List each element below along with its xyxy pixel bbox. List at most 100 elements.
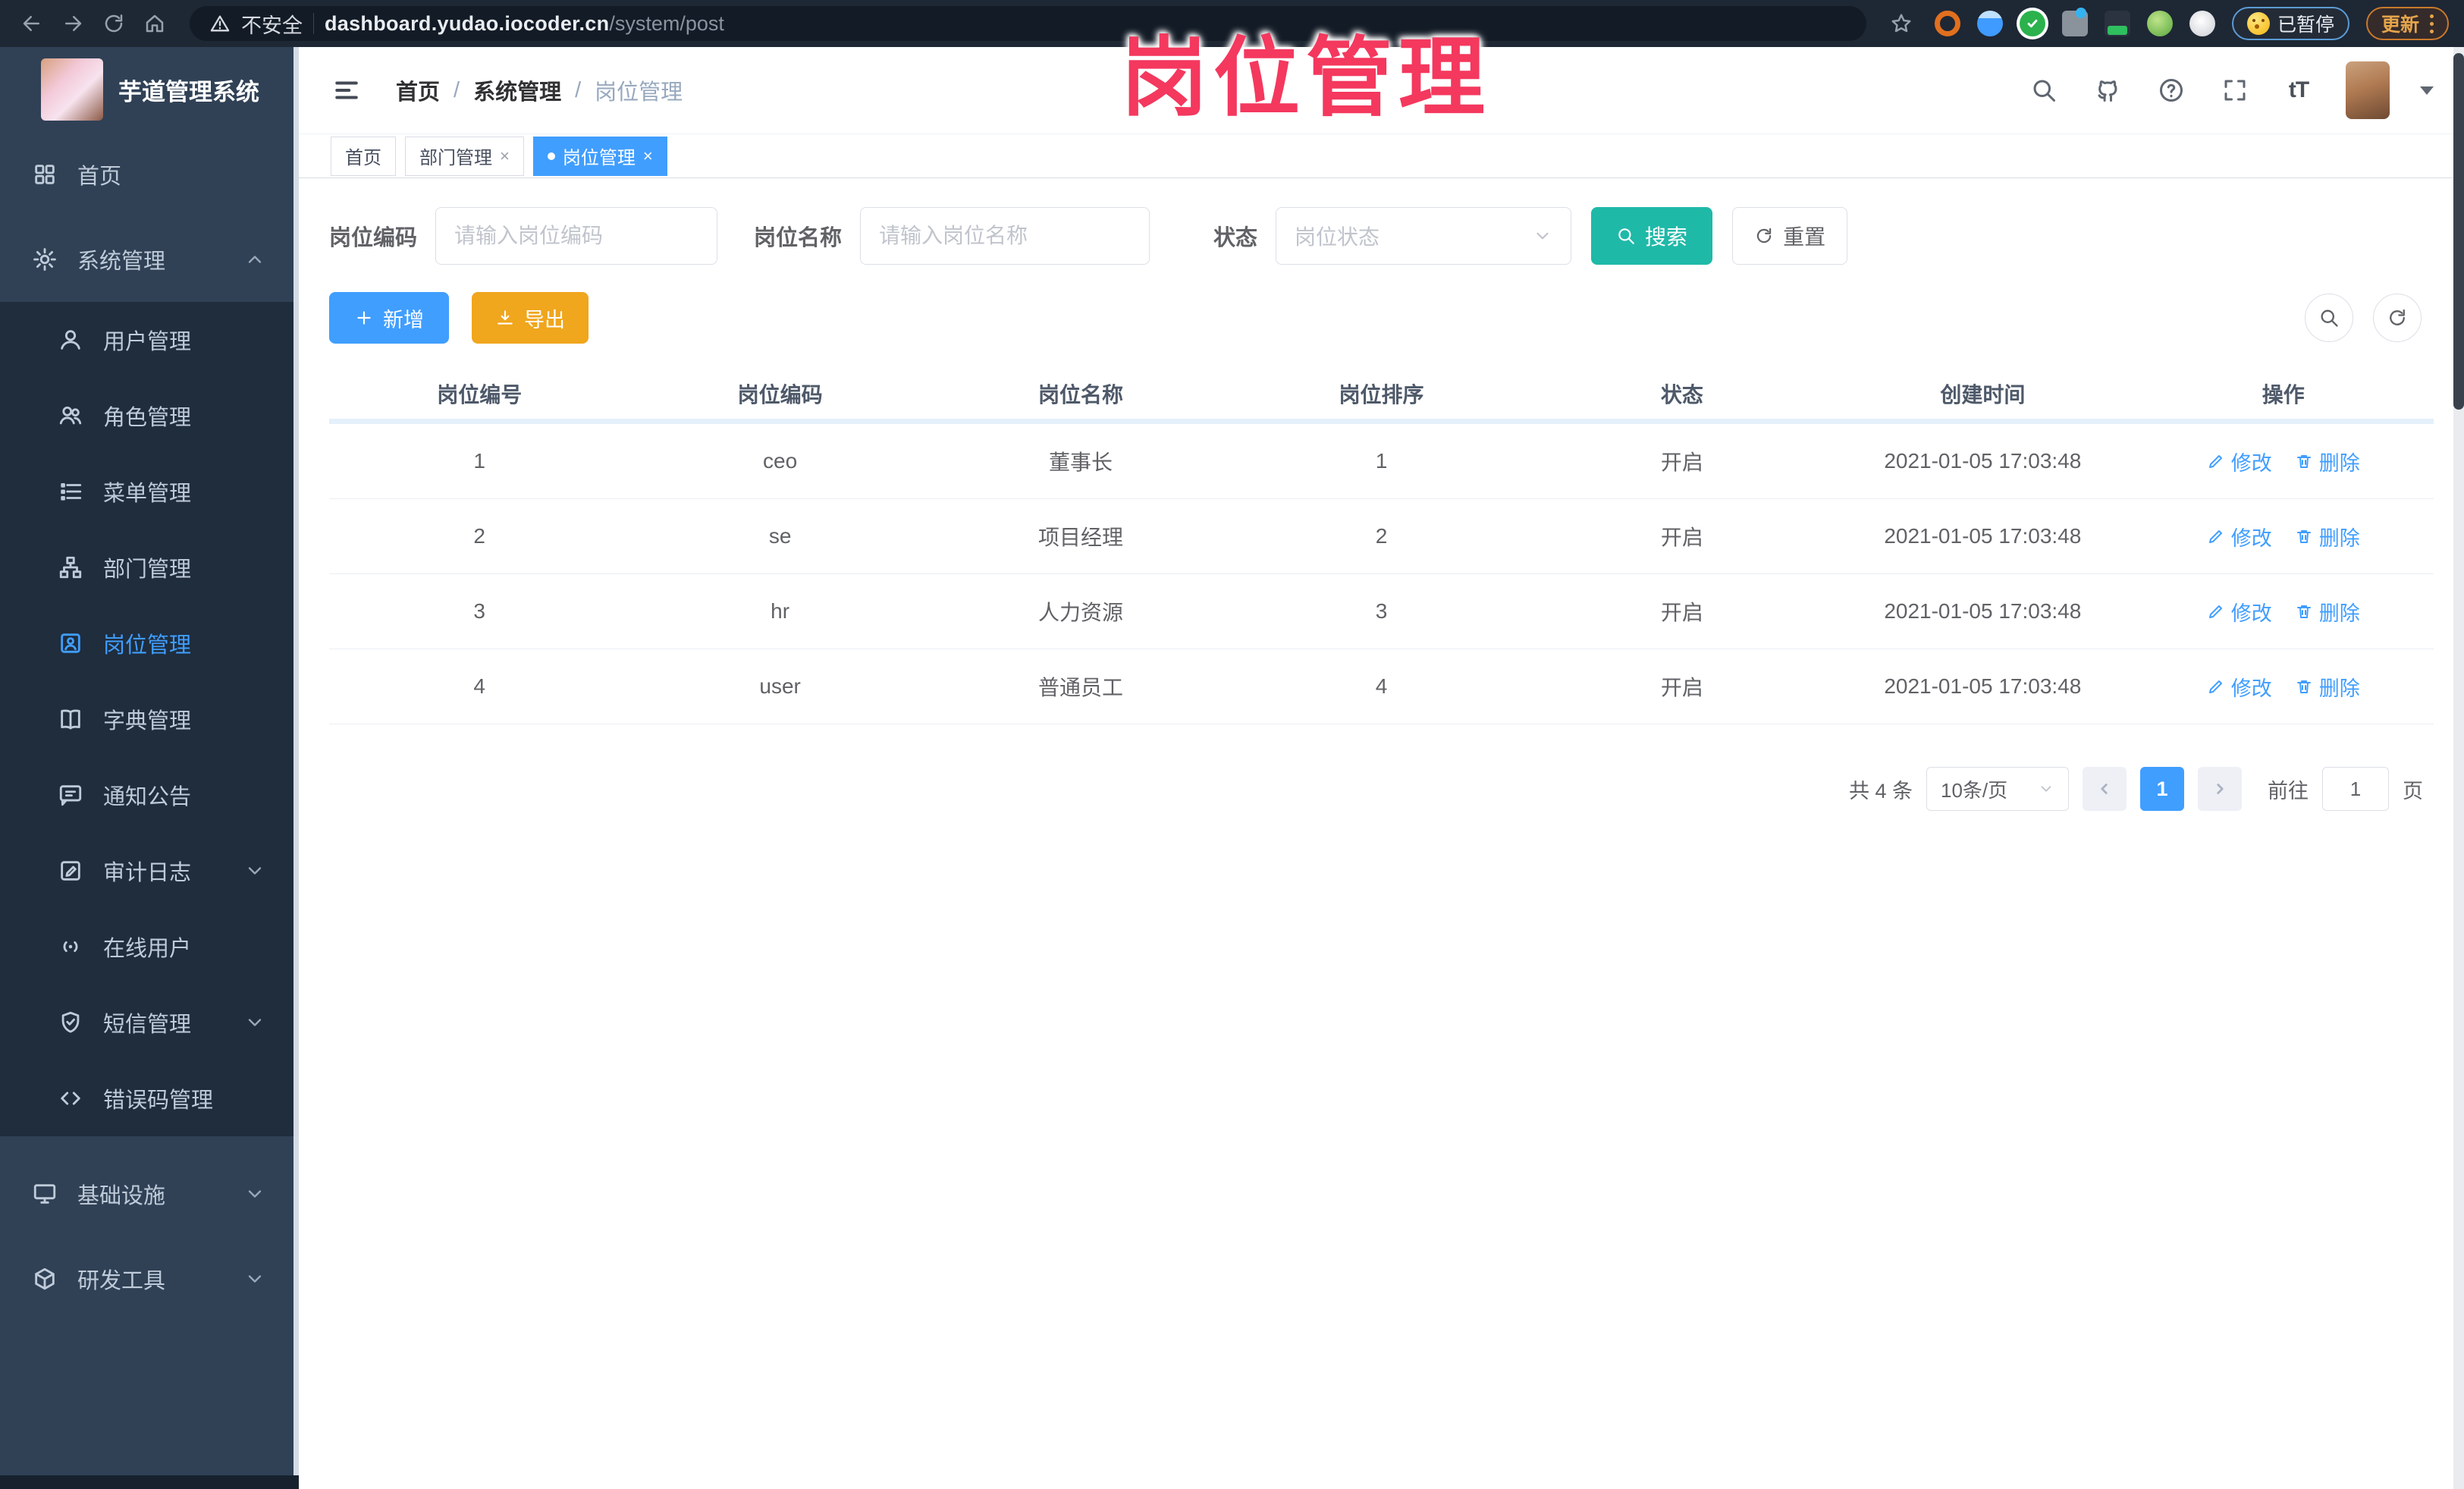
sidebar-item-infrastructure[interactable]: 基础设施 xyxy=(0,1151,299,1236)
cell-post-id: 4 xyxy=(473,674,485,698)
edit-link[interactable]: 修改 xyxy=(2207,522,2272,551)
delete-link[interactable]: 删除 xyxy=(2295,672,2360,702)
sidebar-item-notices[interactable]: 通知公告 xyxy=(0,757,299,833)
delete-link[interactable]: 删除 xyxy=(2295,447,2360,476)
extension-icon-tag-manager[interactable] xyxy=(2104,11,2130,36)
cell-operations: 修改 删除 xyxy=(2133,597,2434,627)
page-number-button[interactable]: 1 xyxy=(2140,767,2184,811)
tab-departments[interactable]: 部门管理 × xyxy=(405,136,524,176)
sidebar-item-dictionary[interactable]: 字典管理 xyxy=(0,681,299,757)
breadcrumb-home[interactable]: 首页 xyxy=(396,74,440,106)
tab-close-icon[interactable]: × xyxy=(500,147,510,165)
search-button[interactable]: 搜索 xyxy=(1591,207,1713,265)
online-signal-icon xyxy=(63,941,78,953)
app-title: 芋道管理系统 xyxy=(118,78,259,105)
browser-home-button[interactable] xyxy=(138,7,171,40)
cell-operations: 修改 删除 xyxy=(2133,522,2434,551)
github-link[interactable] xyxy=(2091,74,2124,107)
edit-link[interactable]: 修改 xyxy=(2207,672,2272,702)
bookmark-star-button[interactable] xyxy=(1885,7,1918,40)
user-menu-caret-icon[interactable] xyxy=(2420,86,2434,95)
prev-page-button[interactable] xyxy=(2083,767,2127,811)
sidebar-item-roles[interactable]: 角色管理 xyxy=(0,378,299,454)
cell-post-sort: 1 xyxy=(1375,449,1388,473)
app-logo-row[interactable]: 芋道管理系统 xyxy=(0,47,299,132)
sidebar-item-users[interactable]: 用户管理 xyxy=(0,302,299,378)
breadcrumb-system[interactable]: 系统管理 xyxy=(473,74,561,106)
browser-back-button[interactable] xyxy=(15,7,49,40)
edit-link[interactable]: 修改 xyxy=(2207,447,2272,476)
reset-button[interactable]: 重置 xyxy=(1732,207,1848,265)
paused-badge-label: 已暂停 xyxy=(2277,14,2334,36)
extension-icon-puzzle[interactable] xyxy=(2189,11,2215,36)
main-area: 首页 / 系统管理 / 岗位管理 tT 首页 部门管理 × 岗位管理 × 岗位编… xyxy=(299,47,2464,1489)
font-size-button[interactable]: tT xyxy=(2282,74,2315,107)
column-header: 操作 xyxy=(2262,382,2305,407)
font-size-icon: tT xyxy=(2288,77,2309,102)
header-search-button[interactable] xyxy=(2027,74,2061,107)
browser-update-button[interactable]: 更新 xyxy=(2365,7,2449,40)
extension-icon-green-sprout[interactable] xyxy=(2146,11,2173,36)
sidebar-item-home[interactable]: 首页 xyxy=(0,132,299,217)
trash-icon xyxy=(2296,605,2311,618)
refresh-table-button[interactable] xyxy=(2373,294,2422,342)
search-button-label: 搜索 xyxy=(1645,225,1688,249)
extension-icon-orange-ring[interactable] xyxy=(1934,11,1960,36)
tab-close-icon[interactable]: × xyxy=(643,147,653,165)
help-button[interactable] xyxy=(2155,74,2188,107)
browser-forward-button[interactable] xyxy=(56,7,89,40)
tab-home[interactable]: 首页 xyxy=(331,136,396,176)
check-icon xyxy=(2027,19,2038,28)
edit-link-label: 修改 xyxy=(2230,677,2272,700)
trash-icon xyxy=(2296,680,2311,693)
cell-post-id: 3 xyxy=(473,599,485,623)
column-header: 状态 xyxy=(1660,382,1703,407)
delete-link[interactable]: 删除 xyxy=(2295,522,2360,551)
sidebar-item-label: 角色管理 xyxy=(103,406,192,430)
edit-link-label: 修改 xyxy=(2230,526,2272,550)
download-icon xyxy=(498,310,513,325)
tab-posts[interactable]: 岗位管理 × xyxy=(532,136,667,176)
status-select[interactable]: 岗位状态 xyxy=(1276,207,1572,265)
toggle-search-button[interactable] xyxy=(2305,294,2353,342)
browser-scrollbar[interactable] xyxy=(2453,47,2464,1489)
sidebar-item-posts[interactable]: 岗位管理 xyxy=(0,605,299,681)
sidebar-toggle-button[interactable] xyxy=(329,73,364,108)
post-code-input[interactable] xyxy=(435,207,718,265)
sidebar-item-dev-tools[interactable]: 研发工具 xyxy=(0,1236,299,1321)
post-name-input[interactable] xyxy=(860,207,1150,265)
user-avatar[interactable] xyxy=(2346,61,2390,119)
table-row: 2 se 项目经理 2 开启 2021-01-05 17:03:48 修改 删除 xyxy=(329,499,2434,574)
table-row: 4 user 普通员工 4 开启 2021-01-05 17:03:48 修改 … xyxy=(329,649,2434,724)
header-actions: tT xyxy=(2027,61,2434,119)
sidebar-item-label: 短信管理 xyxy=(103,1013,192,1037)
sidebar-item-menus[interactable]: 菜单管理 xyxy=(0,454,299,529)
extension-icon-gray-blue[interactable] xyxy=(2061,8,2088,36)
address-bar[interactable]: 不安全 dashboard.yudao.iocoder.cn/system/po… xyxy=(190,6,1866,41)
export-button[interactable]: 导出 xyxy=(472,292,589,344)
sidebar-item-error-codes[interactable]: 错误码管理 xyxy=(0,1060,299,1136)
extension-icon-blue-pin[interactable] xyxy=(1976,11,2003,36)
edit-link[interactable]: 修改 xyxy=(2207,597,2272,627)
browser-reload-button[interactable] xyxy=(97,7,130,40)
sidebar-item-audit-logs[interactable]: 审计日志 xyxy=(0,833,299,909)
sidebar-item-system[interactable]: 系统管理 xyxy=(0,217,299,302)
add-button[interactable]: 新增 xyxy=(329,292,449,344)
delete-link-label: 删除 xyxy=(2318,526,2360,550)
goto-page-input[interactable] xyxy=(2322,767,2389,811)
cell-post-name: 项目经理 xyxy=(1038,526,1124,549)
pencil-icon xyxy=(2208,680,2222,693)
extension-paused-badge[interactable]: 已暂停 xyxy=(2231,7,2349,40)
scrollbar-thumb[interactable] xyxy=(2453,53,2464,410)
fullscreen-button[interactable] xyxy=(2218,74,2252,107)
sidebar-item-online-users[interactable]: 在线用户 xyxy=(0,909,299,985)
sidebar-scrollbar[interactable] xyxy=(293,47,299,1489)
extension-icon-green-check[interactable] xyxy=(2019,11,2045,36)
home-icon xyxy=(146,14,164,33)
page-size-select[interactable]: 10条/页 xyxy=(1926,767,2069,811)
delete-link[interactable]: 删除 xyxy=(2295,597,2360,627)
sidebar-item-sms[interactable]: 短信管理 xyxy=(0,985,299,1060)
next-page-button[interactable] xyxy=(2198,767,2242,811)
sidebar-item-departments[interactable]: 部门管理 xyxy=(0,529,299,605)
sidebar-item-label: 部门管理 xyxy=(103,558,192,582)
